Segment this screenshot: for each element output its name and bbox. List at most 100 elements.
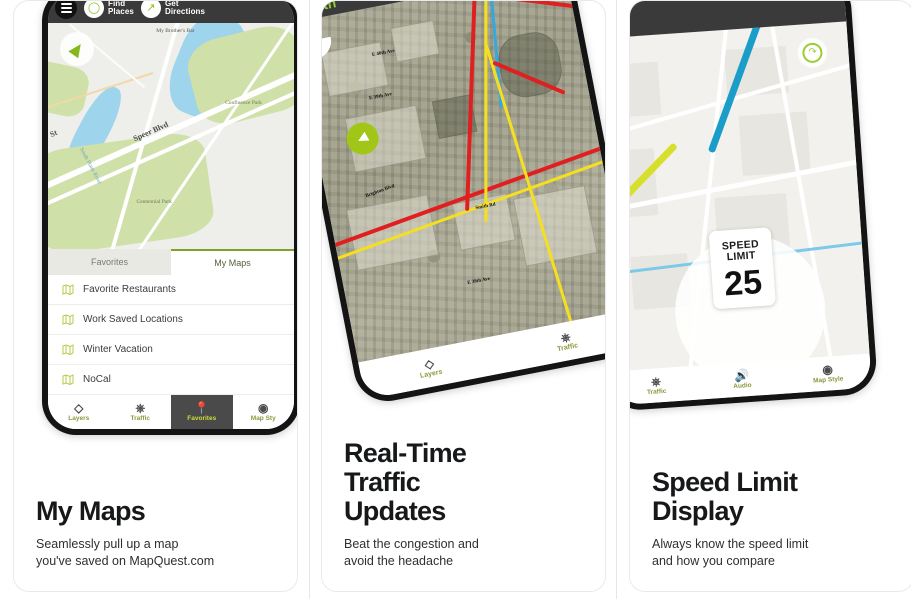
recenter-button[interactable]: ↷ <box>796 36 829 69</box>
recenter-icon: ↷ <box>802 41 824 63</box>
map-style-icon: ◉ <box>258 401 269 415</box>
feature-card-carousel[interactable]: ◯ Find Places ↗ Get Directions My Brothe… <box>0 0 911 599</box>
card-title-line1: Speed Limit <box>652 466 798 497</box>
park-area-small <box>48 58 92 119</box>
card-title-line2: Traffic <box>344 466 421 497</box>
page-title: My Maps <box>36 495 275 526</box>
card-subtitle-line2: you've saved on MapQuest.com <box>36 554 215 569</box>
tab-my-maps[interactable]: My Maps <box>171 249 294 275</box>
street-map-canvas[interactable]: My Brother's Bar Confluence Park Speer B… <box>48 23 294 249</box>
bottom-nav-layers-label: Layers <box>68 415 90 422</box>
map-style-icon: ◉ <box>821 362 834 377</box>
card-subtitle: Seamlessly pull up a map you've saved on… <box>36 536 275 572</box>
bottom-nav-map-style[interactable]: ◉ Map Sty <box>233 395 295 429</box>
tab-my-maps-label: My Maps <box>214 258 251 268</box>
map-label-centennial-park: Centennial Park <box>136 199 172 206</box>
feature-card-my-maps[interactable]: ◯ Find Places ↗ Get Directions My Brothe… <box>13 0 298 592</box>
saved-maps-list[interactable]: Favorite Restaurants Work Saved Location… <box>48 275 294 395</box>
bottom-nav-layers[interactable]: ◇ Layers <box>48 395 110 429</box>
traffic-line-red <box>385 1 580 9</box>
satellite-block <box>322 40 390 97</box>
satellite-map-canvas[interactable]: E 40th Ave E 39th Ave Smith Rd E 38th Av… <box>322 1 605 363</box>
satellite-block <box>345 193 440 271</box>
get-directions-line2: Directions <box>164 7 206 16</box>
card-subtitle-line2: and how you compare <box>652 554 775 569</box>
gps-arrow-icon <box>355 131 369 146</box>
bottom-nav-traffic[interactable]: ⎈ Traffic <box>630 366 700 406</box>
bottom-nav-favorites-label: Favorites <box>187 415 217 422</box>
phone-device-3: mes e St <box>630 1 879 412</box>
card-caption-3: Speed Limit Display Always know the spee… <box>630 466 911 591</box>
map-icon <box>62 284 74 295</box>
list-item[interactable]: NoCal <box>48 365 294 395</box>
speed-limit-value: 25 <box>722 263 764 304</box>
map-label-st: St <box>48 128 60 140</box>
bottom-nav-traffic[interactable]: ⎈ Traffic <box>110 395 172 429</box>
street-label: 15th <box>322 1 338 16</box>
tab-favorites[interactable]: Favorites <box>48 249 171 275</box>
find-places-line2: Places <box>108 7 134 16</box>
map-icon <box>62 314 74 325</box>
card-subtitle-line1: Beat the congestion and <box>344 536 479 551</box>
card-caption-1: My Maps Seamlessly pull up a map you've … <box>14 495 297 591</box>
directions-arrow-icon: ↗ <box>140 1 161 18</box>
satellite-block <box>389 20 440 63</box>
phone-device-1: ◯ Find Places ↗ Get Directions My Brothe… <box>42 1 297 435</box>
list-item[interactable]: Favorite Restaurants <box>48 275 294 305</box>
card-title-line2: Display <box>652 495 744 526</box>
bottom-nav-layers-label: Layers <box>419 368 444 380</box>
card-subtitle-line1: Always know the speed limit <box>652 536 809 551</box>
get-directions-button[interactable]: ↗ Get Directions <box>140 1 205 18</box>
card-subtitle: Always know the speed limit and how you … <box>652 536 891 572</box>
bottom-navigation-bar[interactable]: ◇ Layers ⎈ Traffic 📍 Favorites ◉ Map Sty <box>48 395 294 429</box>
map-icon <box>62 344 74 355</box>
map-label-39th-ave: E 39th Ave <box>368 91 393 101</box>
traffic-car-icon: ⎈ <box>135 401 146 415</box>
feature-card-real-time-traffic[interactable]: 15th E 40th Ave E 39th Ave Smith Rd E 38… <box>321 0 606 592</box>
audio-speaker-icon: 🔊 <box>733 368 750 384</box>
bottom-nav-audio[interactable]: 🔊 Audio <box>698 360 786 400</box>
map-label-brighton-blvd: Brighton Blvd <box>364 184 396 200</box>
feature-card-speed-limit[interactable]: mes e St <box>629 0 911 592</box>
list-item-label: NoCal <box>83 374 111 385</box>
card-subtitle: Beat the congestion and avoid the headac… <box>344 536 583 572</box>
get-directions-label: Get Directions <box>165 1 205 16</box>
card-subtitle-line2: avoid the headache <box>344 554 454 569</box>
bottom-nav-map-style-label: Map Sty <box>250 415 276 422</box>
gps-arrow-icon <box>68 40 86 58</box>
app-header: ◯ Find Places ↗ Get Directions <box>48 1 294 23</box>
traffic-car-icon: ⎈ <box>650 374 662 389</box>
nav-block <box>630 61 662 119</box>
card-title-line3: Updates <box>344 495 446 526</box>
phone-screen-3: mes e St <box>630 1 872 406</box>
find-places-button[interactable]: ◯ Find Places <box>84 1 134 18</box>
bottom-nav-map-style[interactable]: ◉ Map Style <box>784 354 872 394</box>
list-item[interactable]: Work Saved Locations <box>48 305 294 335</box>
bottom-nav-traffic-label: Traffic <box>556 342 579 354</box>
bottom-nav-traffic-label: Traffic <box>130 415 150 422</box>
bottom-nav-traffic-label: Traffic <box>646 387 667 397</box>
bottom-nav-favorites[interactable]: 📍 Favorites <box>171 395 233 429</box>
phone-mockup-stage-2: 15th E 40th Ave E 39th Ave Smith Rd E 38… <box>322 1 605 453</box>
traffic-car-icon: ⎈ <box>559 329 572 346</box>
favorites-tabs[interactable]: Favorites My Maps <box>48 249 294 275</box>
bottom-nav-audio-label: Audio <box>733 381 752 391</box>
favorites-pin-icon: 📍 <box>194 401 210 415</box>
phone-device-2: 15th E 40th Ave E 39th Ave Smith Rd E 38… <box>322 1 605 407</box>
page-title: Real-Time Traffic Updates <box>344 438 583 526</box>
list-item[interactable]: Winter Vacation <box>48 335 294 365</box>
search-icon: ◯ <box>84 1 104 18</box>
card-title-line: My Maps <box>36 495 146 526</box>
nav-block <box>739 111 811 176</box>
gps-location-puck[interactable] <box>60 32 95 67</box>
layers-icon: ◇ <box>74 401 84 415</box>
satellite-block <box>513 184 598 267</box>
hamburger-menu-icon[interactable] <box>55 1 77 19</box>
map-icon <box>62 374 74 385</box>
tab-favorites-label: Favorites <box>90 257 128 267</box>
page-title: Speed Limit Display <box>652 466 891 526</box>
card-subtitle-line1: Seamlessly pull up a map <box>36 536 179 551</box>
list-item-label: Favorite Restaurants <box>83 284 176 295</box>
navigation-map-canvas[interactable]: ↷ SPEED LIMIT 25 <box>630 21 870 372</box>
card-divider <box>616 0 617 599</box>
